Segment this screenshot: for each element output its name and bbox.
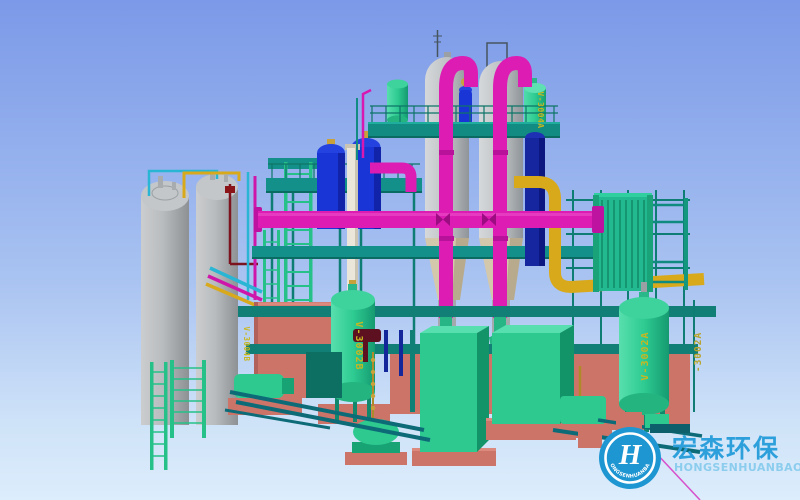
tag-v3002a: V-3002A xyxy=(640,331,651,380)
tag-3002a-outer: -3002A xyxy=(693,332,704,372)
plant-3d-scene: V-3002B V-3002A -3002A V-3004A V-3004B H… xyxy=(0,0,800,500)
plant-model-render: V-3002B V-3002A -3002A V-3004A V-3004B H… xyxy=(0,0,800,500)
tag-v3002b: V-3002B xyxy=(353,321,364,370)
red-valve xyxy=(225,186,235,193)
brand-name-cn: 宏森环保 xyxy=(672,434,780,463)
dark-blue-column xyxy=(525,132,545,266)
tag-v3004a: V-3004A xyxy=(536,91,545,128)
brand-name-en: HONGSENHUANBAO xyxy=(674,461,800,474)
tag-v3004b: V-3004B xyxy=(242,326,251,361)
logo-monogram: H xyxy=(618,439,643,471)
pump-center-pad xyxy=(345,452,407,465)
